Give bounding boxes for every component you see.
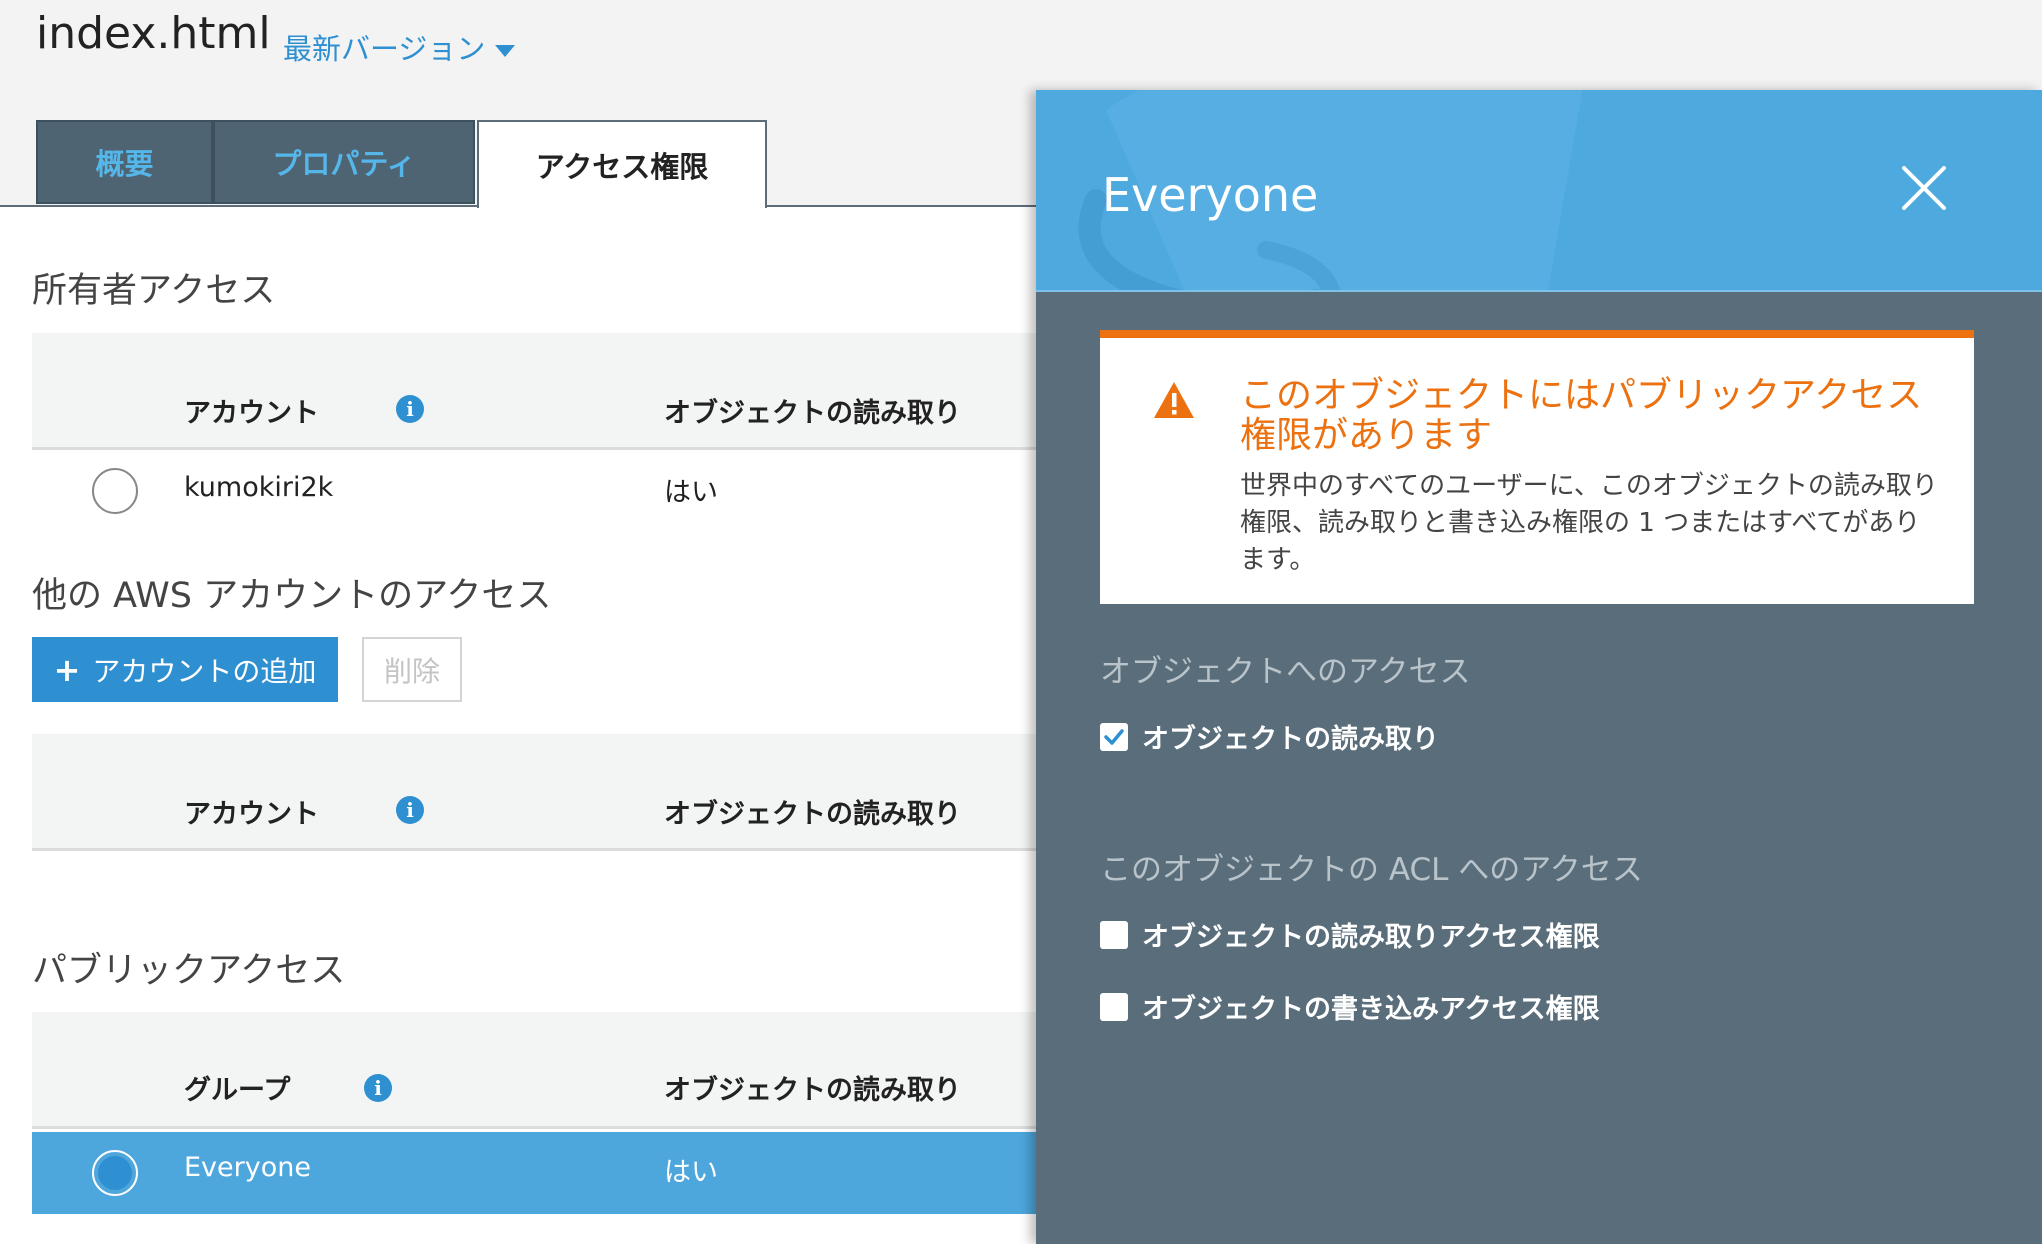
- details-panel: Everyone このオブジェクトにはパブリックアクセス権限があります 世界中の…: [1036, 90, 2042, 1244]
- checkbox-acl-write[interactable]: [1100, 992, 1128, 1021]
- warning-body: 世界中のすべてのユーザーに、このオブジェクトの読み取り権限、読み取りと書き込み権…: [1240, 471, 1938, 575]
- version-dropdown[interactable]: 最新バージョン: [283, 26, 516, 68]
- public-access-title: パブリックアクセス: [32, 951, 346, 991]
- checkbox-acl-read[interactable]: [1100, 920, 1128, 949]
- info-icon[interactable]: i: [396, 395, 424, 423]
- table-row-selected[interactable]: Everyone はい: [32, 1132, 1036, 1214]
- checkbox-object-read[interactable]: [1100, 722, 1128, 751]
- column-group: グループ: [184, 1075, 291, 1106]
- plus-icon: +: [53, 650, 81, 689]
- add-account-label: アカウントの追加: [92, 654, 317, 688]
- info-icon[interactable]: i: [364, 1074, 392, 1102]
- row-radio[interactable]: [92, 468, 138, 514]
- other-accounts-title: 他の AWS アカウントのアクセス: [32, 576, 552, 616]
- owner-read-value: はい: [664, 477, 718, 508]
- owner-account-name: kumokiri2k: [184, 472, 334, 503]
- row-radio-selected[interactable]: [92, 1150, 138, 1196]
- panel-header: Everyone: [1036, 90, 2042, 292]
- column-object-read: オブジェクトの読み取り: [664, 799, 961, 830]
- table-row[interactable]: kumokiri2k はい: [32, 450, 1036, 530]
- checkbox-acl-write-row[interactable]: オブジェクトの書き込みアクセス権限: [1100, 987, 1600, 1026]
- version-label: 最新バージョン: [283, 32, 486, 66]
- acl-access-title: このオブジェクトの ACL へのアクセス: [1100, 852, 1643, 888]
- column-object-read: オブジェクトの読み取り: [664, 1075, 961, 1106]
- file-name-title: index.html: [36, 8, 271, 59]
- checkbox-acl-read-row[interactable]: オブジェクトの読み取りアクセス権限: [1100, 915, 1600, 954]
- checkbox-object-read-row[interactable]: オブジェクトの読み取り: [1100, 717, 1439, 756]
- check-icon: [1104, 728, 1124, 745]
- object-access-title: オブジェクトへのアクセス: [1100, 654, 1471, 690]
- public-access-warning: このオブジェクトにはパブリックアクセス権限があります 世界中のすべてのユーザーに…: [1100, 330, 1974, 604]
- group-name: Everyone: [184, 1152, 311, 1183]
- tab-overview[interactable]: 概要: [36, 120, 213, 204]
- column-account: アカウント: [184, 799, 319, 830]
- caret-down-icon: [495, 45, 516, 57]
- acl-write-label: オブジェクトの書き込みアクセス権限: [1142, 994, 1600, 1025]
- other-accounts-table-header: アカウント i オブジェクトの読み取り: [32, 734, 1036, 851]
- tab-properties[interactable]: プロパティ: [213, 120, 475, 204]
- object-read-label: オブジェクトの読み取り: [1142, 724, 1439, 755]
- tab-permissions[interactable]: アクセス権限: [477, 120, 767, 208]
- column-account: アカウント: [184, 398, 319, 429]
- warning-icon: [1154, 382, 1194, 418]
- close-icon[interactable]: [1896, 160, 1952, 216]
- group-read-value: はい: [664, 1157, 718, 1188]
- info-icon[interactable]: i: [396, 796, 424, 824]
- panel-title: Everyone: [1102, 168, 1319, 222]
- owner-access-title: 所有者アクセス: [32, 271, 276, 311]
- warning-title: このオブジェクトにはパブリックアクセス権限があります: [1240, 375, 1923, 456]
- acl-read-label: オブジェクトの読み取りアクセス権限: [1142, 922, 1600, 953]
- tab-baseline: [766, 205, 1036, 207]
- public-table-header: グループ i オブジェクトの読み取り: [32, 1012, 1036, 1129]
- add-account-button[interactable]: + アカウントの追加: [32, 637, 338, 702]
- delete-button[interactable]: 削除: [362, 637, 462, 702]
- column-object-read: オブジェクトの読み取り: [664, 398, 961, 429]
- owner-table-header: アカウント i オブジェクトの読み取り: [32, 333, 1036, 450]
- tab-baseline: [0, 205, 477, 207]
